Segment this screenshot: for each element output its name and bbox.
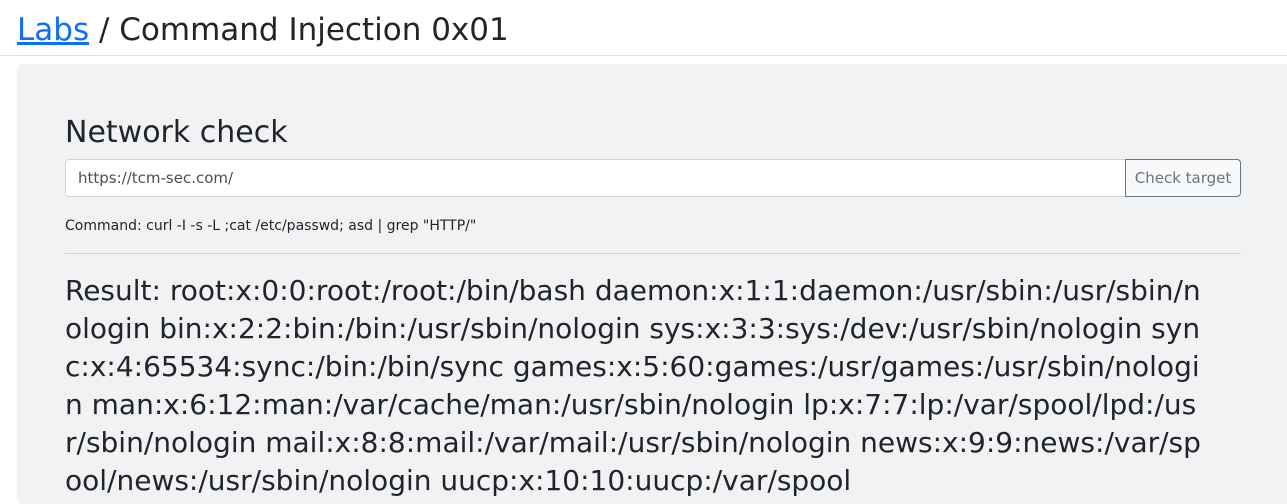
breadcrumb-separator: / (89, 12, 120, 48)
breadcrumb-labs-link[interactable]: Labs (17, 12, 89, 48)
result-output: Result: root:x:0:0:root:/root:/bin/bash … (65, 274, 1201, 497)
card-divider (65, 253, 1241, 254)
command-text: Command: curl -I -s -L ;cat /etc/passwd;… (65, 218, 477, 234)
target-url-input[interactable] (65, 159, 1125, 197)
card-title: Network check (65, 115, 288, 150)
header-divider (0, 55, 1287, 56)
check-target-button[interactable]: Check target (1125, 159, 1241, 197)
page-header: Labs / Command Injection 0x01 (17, 10, 509, 50)
page-title: Command Injection 0x01 (119, 12, 509, 48)
network-check-card: Network check Check target Command: curl… (17, 64, 1287, 504)
